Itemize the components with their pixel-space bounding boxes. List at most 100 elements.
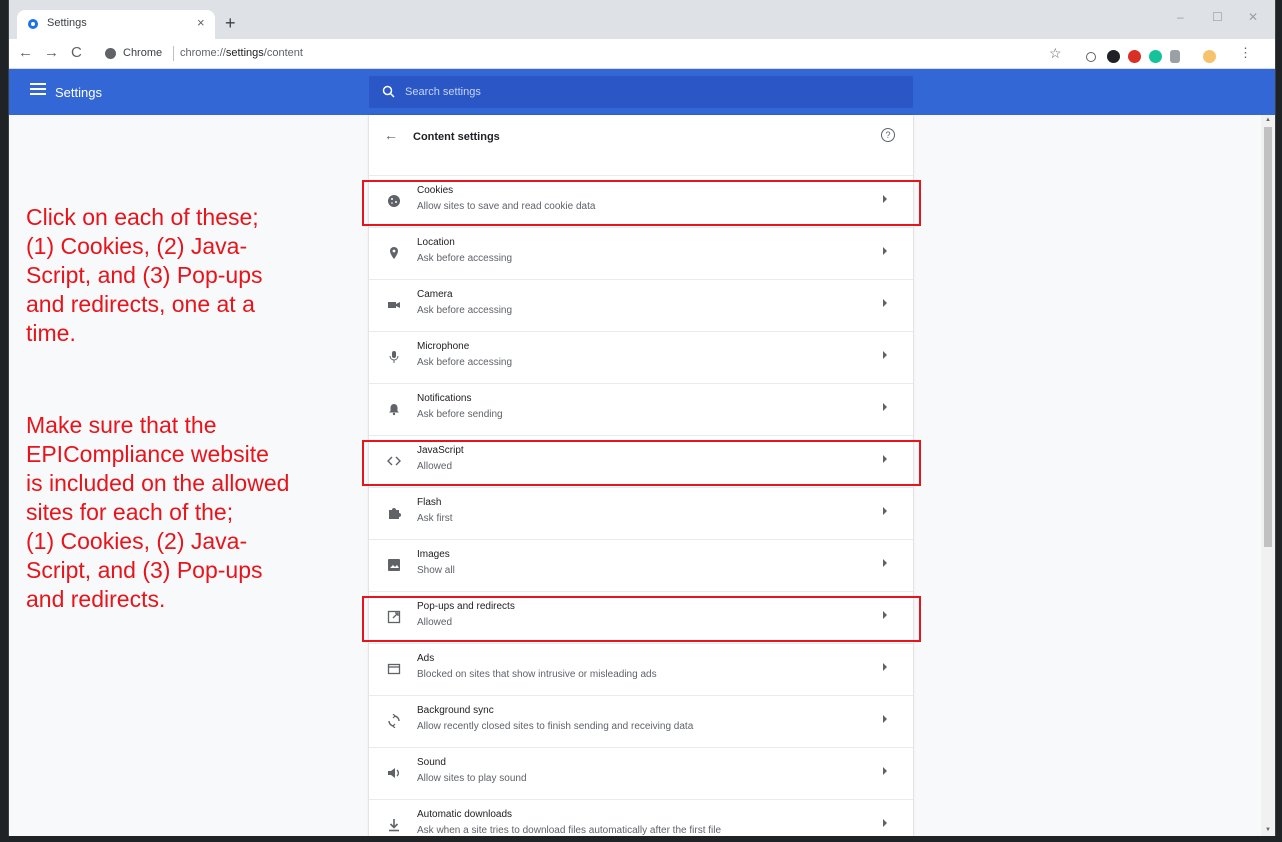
- row-title: Sound: [417, 757, 446, 768]
- chevron-right-icon[interactable]: [883, 247, 887, 255]
- chevron-right-icon[interactable]: [883, 351, 887, 359]
- search-placeholder: Search settings: [405, 86, 481, 98]
- settings-row-cookies[interactable]: Cookies Allow sites to save and read cook…: [369, 175, 913, 228]
- tab-strip: Settings × + – ☐ ✕: [9, 0, 1275, 39]
- row-subtitle: Allow sites to save and read cookie data: [417, 201, 596, 212]
- scrollbar-thumb[interactable]: [1264, 127, 1272, 547]
- image-icon: [388, 559, 400, 571]
- settings-row-pop-ups-and-redirects[interactable]: Pop-ups and redirects Allowed: [369, 591, 913, 644]
- chevron-right-icon[interactable]: [883, 507, 887, 515]
- row-title: Flash: [417, 497, 442, 508]
- note-line: is included on the allowed: [26, 470, 290, 496]
- back-button[interactable]: ←: [18, 44, 33, 61]
- settings-row-sound[interactable]: Sound Allow sites to play sound: [369, 747, 913, 800]
- settings-row-automatic-downloads[interactable]: Automatic downloads Ask when a site tries…: [369, 799, 913, 836]
- page-title: Content settings: [413, 131, 500, 143]
- row-subtitle: Allowed: [417, 617, 453, 628]
- row-subtitle: Ask before accessing: [417, 357, 513, 368]
- note-line: and redirects.: [26, 586, 166, 612]
- note-line: and redirects, one at a: [26, 291, 255, 317]
- cookie-icon: [388, 195, 400, 207]
- settings-row-flash[interactable]: Flash Ask first: [369, 487, 913, 540]
- row-title: Cookies: [417, 185, 454, 196]
- row-title: Notifications: [417, 393, 472, 404]
- instruction-note-1: Click on each of these; (1) Cookies, (2) …: [26, 203, 263, 348]
- chevron-right-icon[interactable]: [883, 767, 887, 775]
- chevron-right-icon[interactable]: [883, 559, 887, 567]
- chevron-right-icon[interactable]: [883, 403, 887, 411]
- chevron-right-icon[interactable]: [883, 299, 887, 307]
- bookmark-star-icon[interactable]: ☆: [1049, 45, 1062, 62]
- adblock-icon[interactable]: [1128, 50, 1141, 63]
- menu-dots-icon[interactable]: ⋮: [1239, 44, 1252, 61]
- camera-icon: [388, 302, 400, 308]
- tab-settings[interactable]: Settings ×: [17, 10, 215, 39]
- scrollbar[interactable]: ▲ ▼: [1261, 115, 1275, 836]
- omnibox-divider: [173, 46, 174, 61]
- download-icon: [389, 819, 399, 832]
- scroll-down-icon[interactable]: ▼: [1265, 827, 1271, 833]
- maximize-button[interactable]: ☐: [1212, 10, 1223, 24]
- row-title: Location: [417, 237, 455, 248]
- bell-icon: [389, 404, 399, 416]
- row-title: Microphone: [417, 341, 470, 352]
- puzzle-icon: [389, 508, 401, 519]
- row-subtitle: Allow recently closed sites to finish se…: [417, 721, 694, 732]
- instruction-note-2: Make sure that the EPICompliance website i…: [26, 411, 289, 614]
- extension-icon[interactable]: [1107, 50, 1120, 63]
- settings-row-microphone[interactable]: Microphone Ask before accessing: [369, 331, 913, 384]
- note-line: (1) Cookies, (2) Java-: [26, 528, 248, 554]
- settings-row-images[interactable]: Images Show all: [369, 539, 913, 592]
- settings-row-background-sync[interactable]: Background sync Allow recently closed sit…: [369, 695, 913, 748]
- note-line: time.: [26, 320, 76, 346]
- omnibox-url[interactable]: chrome://settings/content: [180, 47, 303, 59]
- row-title: Background sync: [417, 705, 494, 716]
- chevron-right-icon[interactable]: [883, 611, 887, 619]
- settings-row-javascript[interactable]: JavaScript Allowed: [369, 435, 913, 488]
- row-title: Automatic downloads: [417, 809, 513, 820]
- close-window-button[interactable]: ✕: [1248, 10, 1258, 24]
- avatar[interactable]: [1203, 50, 1216, 63]
- settings-row-camera[interactable]: Camera Ask before accessing: [369, 279, 913, 332]
- row-subtitle: Ask first: [417, 513, 453, 524]
- chevron-right-icon[interactable]: [883, 715, 887, 723]
- note-line: (1) Cookies, (2) Java-: [26, 233, 248, 259]
- sync-icon: [388, 714, 400, 728]
- popup-icon: [387, 610, 401, 624]
- row-subtitle: Blocked on sites that show intrusive or …: [417, 669, 657, 680]
- settings-row-location[interactable]: Location Ask before accessing: [369, 227, 913, 280]
- help-icon[interactable]: ?: [881, 128, 895, 142]
- shield-icon[interactable]: [1170, 50, 1180, 63]
- row-title: JavaScript: [417, 445, 464, 456]
- chevron-right-icon[interactable]: [883, 195, 887, 203]
- extension-icon[interactable]: [1086, 52, 1096, 62]
- code-icon: [387, 456, 401, 466]
- note-line: Click on each of these;: [26, 204, 259, 230]
- minimize-button[interactable]: –: [1177, 10, 1184, 24]
- chevron-right-icon[interactable]: [883, 819, 887, 827]
- row-subtitle: Allowed: [417, 461, 453, 472]
- browser-toolbar: ← → C Chrome chrome://settings/content: [9, 39, 1275, 69]
- forward-button[interactable]: →: [44, 44, 59, 61]
- note-line: Script, and (3) Pop-ups: [26, 557, 263, 583]
- ads-icon: [387, 663, 401, 675]
- reload-button[interactable]: C: [71, 44, 82, 61]
- chevron-right-icon[interactable]: [883, 455, 887, 463]
- new-tab-button[interactable]: +: [225, 14, 236, 32]
- close-tab-icon[interactable]: ×: [197, 15, 205, 30]
- omnibox-site-label: Chrome: [123, 47, 163, 59]
- back-arrow-icon[interactable]: ←: [384, 127, 398, 143]
- settings-header: Settings Search settings: [9, 69, 1275, 115]
- search-input[interactable]: Search settings: [369, 76, 913, 108]
- row-subtitle: Ask before sending: [417, 409, 503, 420]
- settings-row-notifications[interactable]: Notifications Ask before sending: [369, 383, 913, 436]
- scroll-up-icon[interactable]: ▲: [1265, 117, 1271, 123]
- row-subtitle: Ask before accessing: [417, 253, 513, 264]
- omnibox[interactable]: Chrome chrome://settings/content: [97, 44, 1239, 65]
- settings-row-ads[interactable]: Ads Blocked on sites that show intrusive …: [369, 643, 913, 696]
- hamburger-menu-icon[interactable]: [30, 83, 46, 95]
- grammarly-icon[interactable]: [1149, 50, 1162, 63]
- chrome-icon: [105, 48, 116, 59]
- row-subtitle: Ask when a site tries to download files …: [417, 825, 722, 836]
- chevron-right-icon[interactable]: [883, 663, 887, 671]
